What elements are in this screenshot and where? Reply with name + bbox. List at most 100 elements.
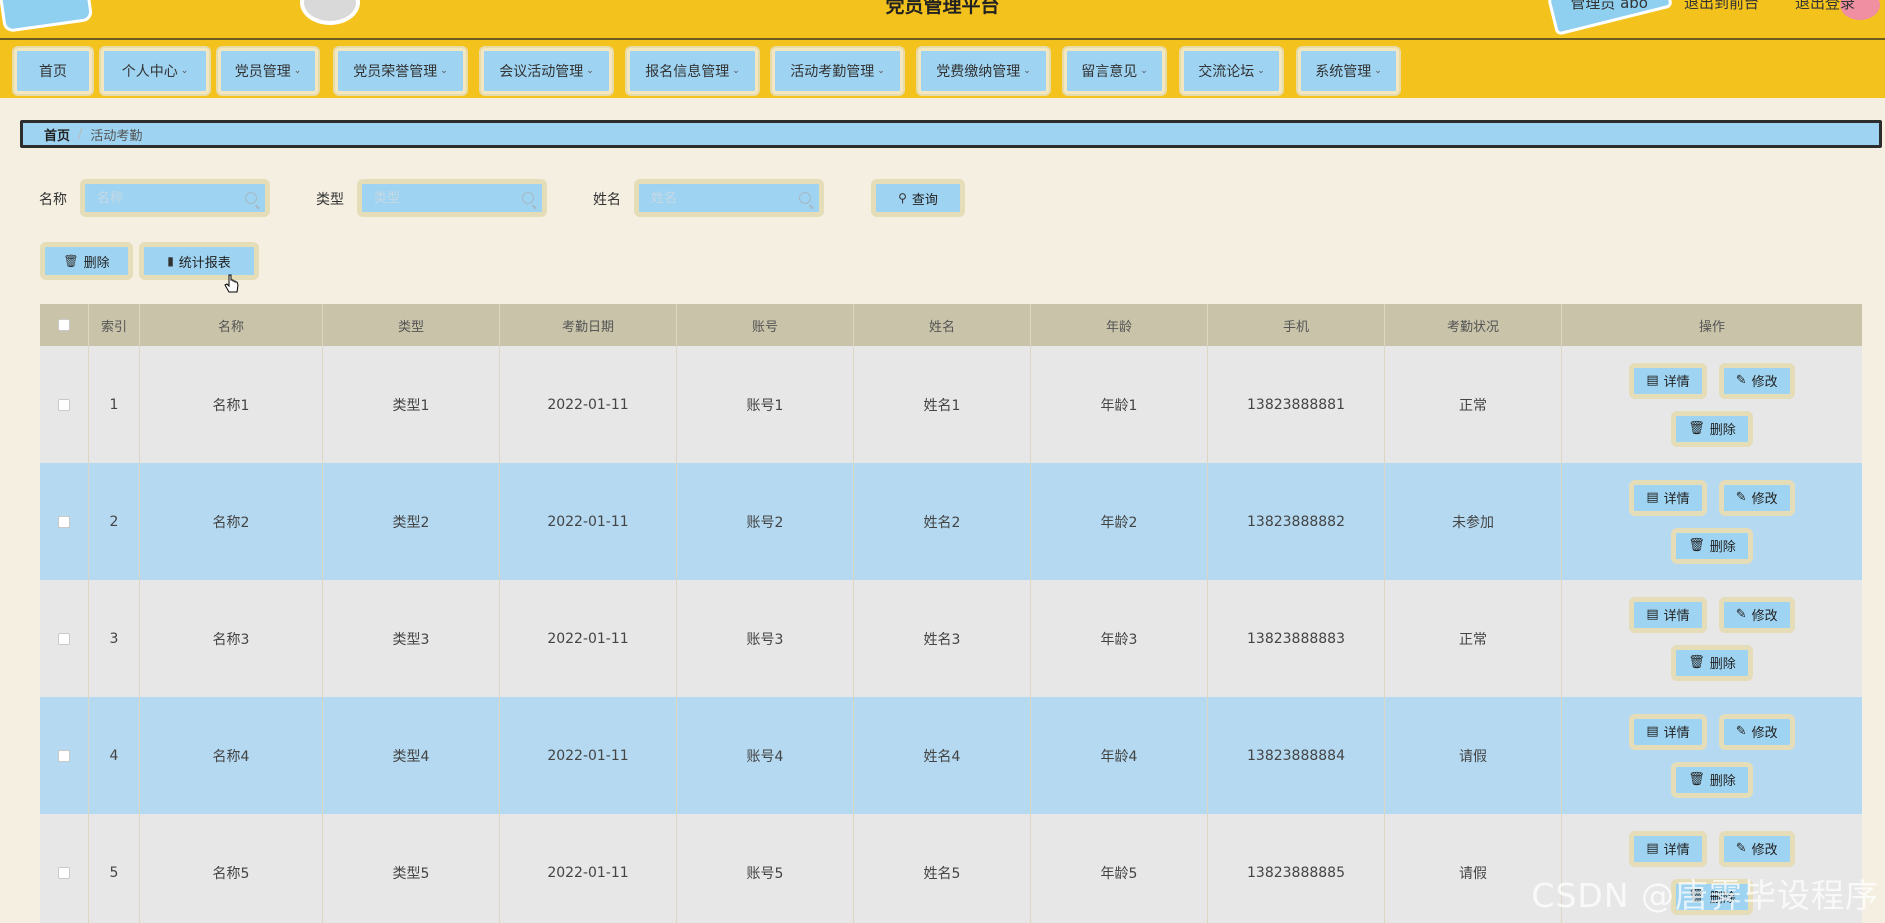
query-button[interactable]: ⚲ 查询 (871, 179, 965, 217)
statistics-report-button[interactable]: ▮ 统计报表 (139, 242, 259, 280)
nav-item-home[interactable]: 首页 (14, 48, 92, 94)
cell-phone: 13823888885 (1208, 814, 1385, 923)
name-search-input[interactable] (97, 190, 247, 206)
nav-item-registration-management[interactable]: 报名信息管理 ⌄ (627, 48, 758, 94)
table-body: 1 名称1 类型1 2022-01-11 账号1 姓名1 年龄1 13823888881 正常 ▤… (40, 346, 1862, 923)
cell-date: 2022-01-11 (500, 463, 677, 580)
nav-item-meeting-management[interactable]: 会议活动管理 ⌄ (481, 48, 612, 94)
table-row: 3 名称3 类型3 2022-01-11 账号3 姓名3 年龄3 13823888883 正常 ▤… (40, 580, 1862, 697)
search-label-type: 类型 (316, 192, 344, 208)
cell-phone: 13823888883 (1208, 580, 1385, 697)
select-all-cell (40, 304, 89, 346)
edit-button[interactable]: ✎ 修改 (1718, 713, 1795, 750)
breadcrumb: 首页 / 活动考勤 (20, 120, 1882, 148)
chevron-down-icon: ⌄ (732, 66, 740, 76)
row-checkbox[interactable] (58, 398, 70, 411)
edit-button[interactable]: ✎ 修改 (1718, 830, 1795, 867)
edit-button[interactable]: ✎ 修改 (1718, 479, 1795, 516)
row-delete-button[interactable]: 🗑 删除 (1671, 644, 1753, 681)
detail-label: 详情 (1663, 726, 1690, 741)
row-actions-line: ▤ 详情 ✎ 修改 (1629, 713, 1795, 750)
row-delete-button[interactable]: 🗑 删除 (1671, 761, 1753, 798)
cell-person: 姓名3 (854, 580, 1031, 697)
trash-icon: 🗑 (63, 254, 79, 268)
detail-label: 详情 (1663, 375, 1690, 390)
select-all-checkbox[interactable] (58, 319, 70, 331)
row-select-cell (40, 346, 89, 463)
cell-name: 名称3 (140, 580, 323, 697)
row-checkbox[interactable] (58, 749, 70, 762)
cell-date: 2022-01-11 (500, 697, 677, 814)
row-actions: ▤ 详情 ✎ 修改 🗑 删除 (1629, 713, 1795, 798)
cell-date: 2022-01-11 (500, 346, 677, 463)
chevron-down-icon: ⌄ (1140, 66, 1148, 76)
chevron-down-icon: ⌄ (1023, 66, 1031, 76)
cell-person: 姓名2 (854, 463, 1031, 580)
bar-chart-icon: ▮ (167, 254, 174, 268)
row-checkbox[interactable] (58, 515, 70, 528)
person-search-input[interactable] (651, 190, 801, 206)
detail-label: 详情 (1663, 492, 1690, 507)
type-search-input[interactable] (374, 190, 524, 206)
col-header-actions: 操作 (1698, 319, 1725, 335)
nav-item-dues-management[interactable]: 党费缴纳管理 ⌄ (918, 48, 1049, 94)
trash-icon: 🗑 (1688, 772, 1705, 787)
batch-delete-button[interactable]: 🗑 删除 (40, 242, 133, 280)
row-delete-label: 删除 (1709, 774, 1736, 789)
cell-age: 年龄1 (1031, 346, 1208, 463)
edit-label: 修改 (1751, 375, 1778, 390)
cell-age: 年龄4 (1031, 697, 1208, 814)
current-user-label: 管理员 abo (1570, 0, 1648, 12)
logout-link[interactable]: 退出登录 (1795, 0, 1855, 13)
cell-name: 名称2 (140, 463, 323, 580)
cell-type: 类型5 (323, 814, 500, 923)
query-button-label: 查询 (911, 192, 938, 208)
nav-label: 党员管理 (234, 64, 291, 80)
cell-phone: 13823888881 (1208, 346, 1385, 463)
row-select-cell (40, 580, 89, 697)
detail-button[interactable]: ▤ 详情 (1629, 713, 1707, 750)
edit-button[interactable]: ✎ 修改 (1718, 596, 1795, 633)
nav-item-personal-center[interactable]: 个人中心 ⌄ (101, 48, 209, 94)
nav-item-member-management[interactable]: 党员管理 ⌄ (218, 48, 318, 94)
cell-actions: ▤ 详情 ✎ 修改 🗑 删除 (1562, 580, 1862, 697)
nav-label: 个人中心 (121, 64, 178, 80)
row-actions-line: ▤ 详情 ✎ 修改 (1629, 830, 1795, 867)
cell-index: 1 (89, 346, 140, 463)
nav-item-feedback[interactable]: 留言意见 ⌄ (1064, 48, 1165, 94)
cell-date: 2022-01-11 (500, 580, 677, 697)
pencil-icon: ✎ (1735, 607, 1747, 622)
nav-item-system-management[interactable]: 系统管理 ⌄ (1298, 48, 1399, 94)
document-icon: ▤ (1646, 607, 1659, 622)
attendance-table: 索引 名称 类型 考勤日期 账号 姓名 年龄 手机 考勤状况 操作 1 名称1 类型… (40, 304, 1862, 923)
row-checkbox[interactable] (58, 632, 70, 645)
cell-account: 账号3 (677, 580, 854, 697)
exit-to-frontend-link[interactable]: 退出到前台 (1684, 0, 1759, 13)
detail-button[interactable]: ▤ 详情 (1629, 830, 1707, 867)
chevron-down-icon: ⌄ (440, 66, 448, 76)
detail-button[interactable]: ▤ 详情 (1629, 596, 1707, 633)
row-actions-line: ▤ 详情 ✎ 修改 (1629, 596, 1795, 633)
nav-item-forum[interactable]: 交流论坛 ⌄ (1181, 48, 1282, 94)
cell-person: 姓名5 (854, 814, 1031, 923)
row-delete-label: 删除 (1709, 657, 1736, 672)
cell-name: 名称1 (140, 346, 323, 463)
cell-status: 请假 (1385, 697, 1562, 814)
detail-button[interactable]: ▤ 详情 (1629, 362, 1707, 399)
name-search-field (80, 179, 270, 217)
cell-account: 账号4 (677, 697, 854, 814)
edit-label: 修改 (1751, 726, 1778, 741)
edit-button[interactable]: ✎ 修改 (1718, 362, 1795, 399)
detail-label: 详情 (1663, 609, 1690, 624)
row-select-cell (40, 697, 89, 814)
row-delete-button[interactable]: 🗑 删除 (1671, 410, 1753, 447)
row-checkbox[interactable] (58, 866, 70, 879)
table-row: 2 名称2 类型2 2022-01-11 账号2 姓名2 年龄2 13823888882 未参加… (40, 463, 1862, 580)
breadcrumb-home[interactable]: 首页 (44, 125, 70, 144)
row-delete-button[interactable]: 🗑 删除 (1671, 527, 1753, 564)
pencil-icon: ✎ (1735, 724, 1747, 739)
nav-item-honor-management[interactable]: 党员荣誉管理 ⌄ (335, 48, 466, 94)
nav-item-attendance-management[interactable]: 活动考勤管理 ⌄ (772, 48, 903, 94)
detail-button[interactable]: ▤ 详情 (1629, 479, 1707, 516)
col-header-type: 类型 (323, 304, 500, 346)
